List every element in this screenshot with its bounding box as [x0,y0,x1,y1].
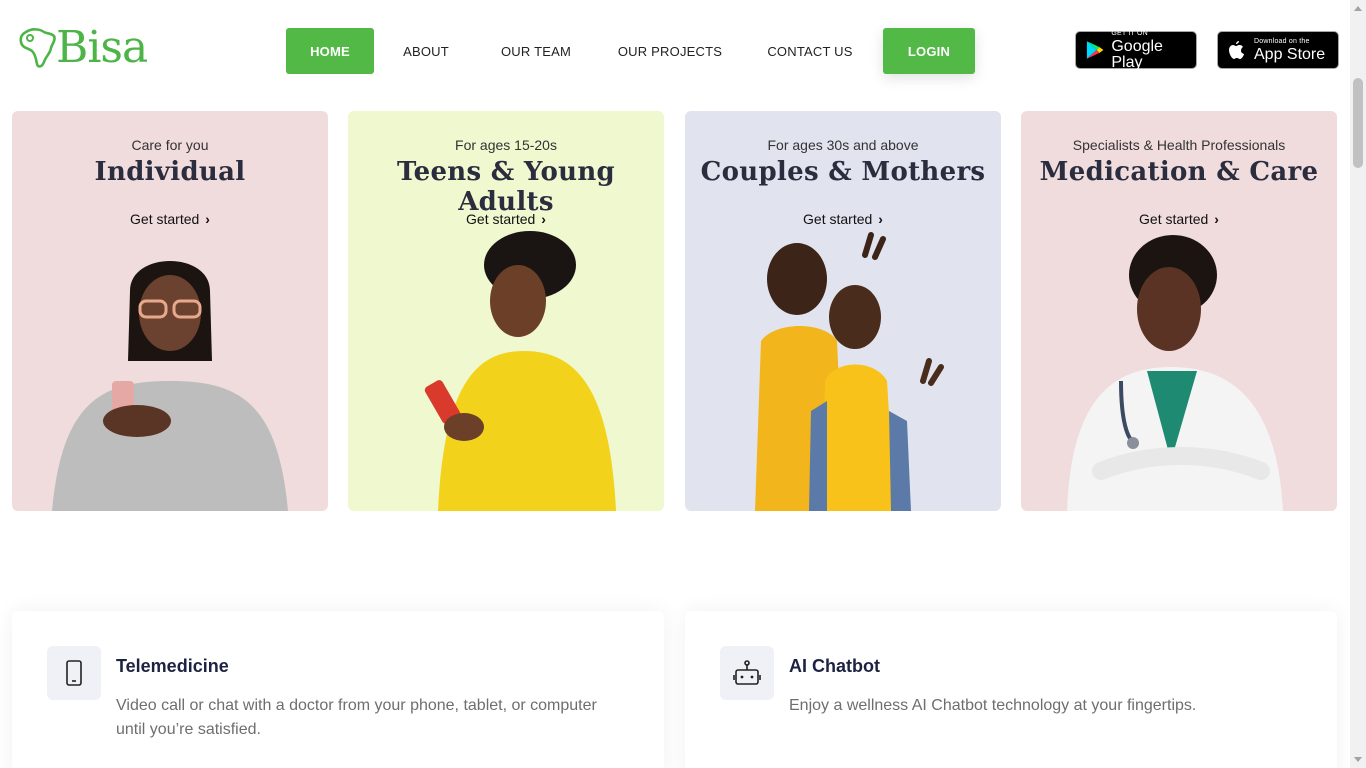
chevron-right-icon: › [1214,211,1219,227]
chevron-right-icon: › [878,211,883,227]
app-store-badge[interactable]: Download on the App Store [1217,31,1339,69]
card-subtitle: Specialists & Health Professionals [1072,137,1286,153]
app-store-small: Download on the [1254,37,1310,45]
feature-title: AI Chatbot [789,656,880,676]
tablet-icon [66,660,82,686]
doctor-photo [1067,235,1283,511]
get-started-link[interactable]: Get started › [685,211,1001,227]
google-play-badge[interactable]: GET IT ON Google Play [1075,29,1197,71]
get-started-link[interactable]: Get started › [12,211,328,227]
card-title: Individual [94,157,246,187]
teen-in-yellow-sweater-photo [424,231,616,511]
page-scrollbar[interactable] [1350,0,1366,768]
feature-title: Telemedicine [116,656,229,676]
couple-photo [755,232,944,511]
card-teens-young-adults[interactable]: For ages 15-20s Teens & Young Adults Get… [348,111,664,511]
card-subtitle: For ages 15-20s [455,137,557,153]
feature-ai-chatbot: AI Chatbot Enjoy a wellness AI Chatbot t… [685,611,1337,768]
nav-our-team[interactable]: OUR TEAM [478,28,594,74]
app-store-big: App Store [1254,45,1326,63]
scrollbar-thumb[interactable] [1353,78,1363,168]
get-started-link[interactable]: Get started › [348,211,664,227]
robot-icon [733,660,761,685]
card-medication-care[interactable]: Specialists & Health Professionals Medic… [1021,111,1337,511]
get-started-label: Get started [130,211,200,227]
feature-icon-box [47,646,101,700]
login-button[interactable]: LOGIN [883,28,975,74]
nav-about[interactable]: ABOUT [374,28,478,74]
google-play-small: GET IT ON [1111,29,1148,37]
card-title: Teens & Young Adults [396,157,616,217]
scroll-up-arrow-icon[interactable] [1354,6,1362,11]
card-title: Couples & Mothers [700,157,986,187]
chevron-right-icon: › [541,211,546,227]
get-started-label: Get started [803,211,873,227]
card-subtitle: Care for you [131,137,209,153]
nav-our-projects[interactable]: OUR PROJECTS [594,28,746,74]
card-subtitle: For ages 30s and above [767,137,919,153]
feature-description: Enjoy a wellness AI Chatbot technology a… [789,697,1197,714]
brand-name: Bisa [56,22,148,73]
chevron-right-icon: › [205,211,210,227]
scroll-down-arrow-icon[interactable] [1354,757,1362,762]
woman-with-phone-photo [52,261,288,511]
card-title: Medication & Care [1039,157,1319,187]
get-started-label: Get started [1139,211,1209,227]
brand-logo[interactable]: Bisa [18,22,148,73]
feature-telemedicine: Telemedicine Video call or chat with a d… [12,611,664,768]
main-nav: HOME ABOUT OUR TEAM OUR PROJECTS CONTACT… [286,28,975,74]
nav-contact-us[interactable]: CONTACT US [746,28,874,74]
card-couples-mothers[interactable]: For ages 30s and above Couples & Mothers… [685,111,1001,511]
card-individual[interactable]: Care for you Individual Get started › [12,111,328,511]
africa-map-icon [19,28,56,68]
google-play-big: Google Play [1111,37,1163,71]
feature-icon-box [720,646,774,700]
site-header: Bisa HOME ABOUT OUR TEAM OUR PROJECTS CO… [0,0,1350,102]
google-play-icon [1086,41,1104,59]
feature-description: Video call or chat with a doctor from yo… [116,697,597,738]
apple-icon [1229,41,1244,59]
get-started-link[interactable]: Get started › [1021,211,1337,227]
get-started-label: Get started [466,211,536,227]
nav-home[interactable]: HOME [286,28,374,74]
